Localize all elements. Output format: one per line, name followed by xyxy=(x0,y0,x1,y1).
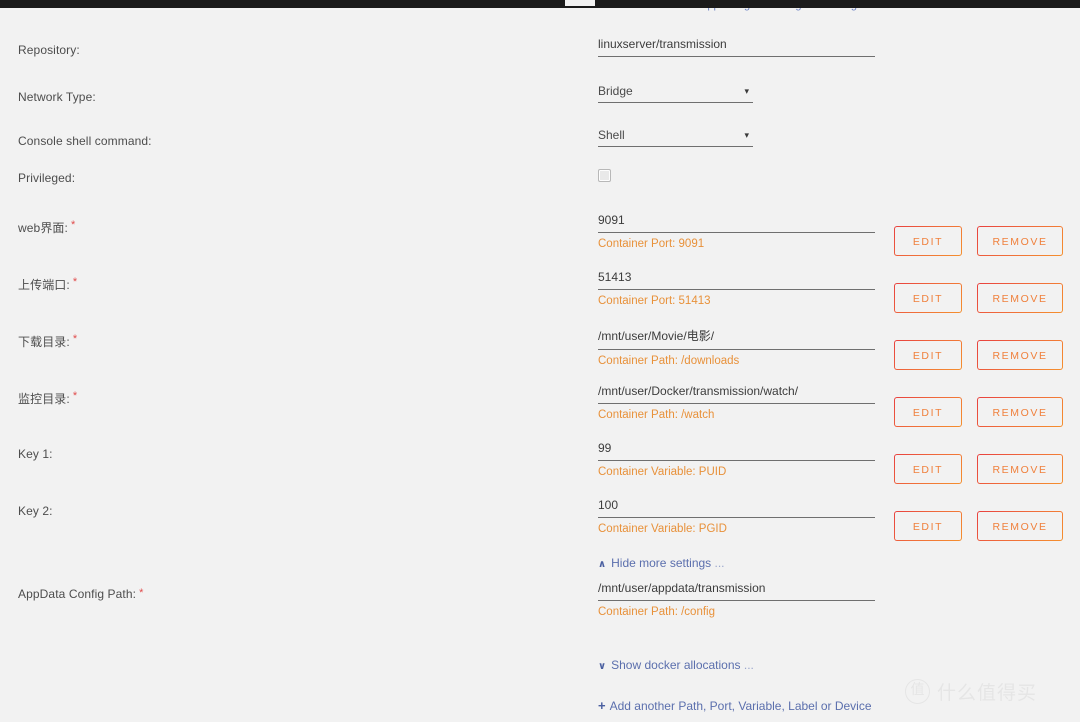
mapping-3-input[interactable]: /mnt/user/Docker/transmission/watch/ xyxy=(598,384,875,404)
field-mapping-3: /mnt/user/Docker/transmission/watch/ Con… xyxy=(598,384,875,421)
edit-button-0[interactable]: EDIT xyxy=(894,226,962,256)
remove-button-5[interactable]: REMOVE xyxy=(977,511,1063,541)
privileged-checkbox[interactable] xyxy=(598,169,611,182)
field-mapping-0: 9091 Container Port: 9091 xyxy=(598,213,875,250)
hide-more-settings-link[interactable]: ∧ Hide more settings ... xyxy=(598,556,725,570)
field-mapping-2: /mnt/user/Movie/电影/ Container Path: /dow… xyxy=(598,327,875,367)
mapping-5-input[interactable]: 100 xyxy=(598,498,875,518)
label-mapping-3: 监控目录: * xyxy=(18,390,77,407)
chevron-up-icon: ∧ xyxy=(598,559,607,570)
label-mapping-1: 上传端口: * xyxy=(18,276,77,293)
window-top-bar xyxy=(0,0,1080,8)
field-repository: linuxserver/transmission xyxy=(598,37,875,57)
chevron-down-icon: ∨ xyxy=(598,661,607,672)
chevron-down-icon: ▾ xyxy=(744,130,749,140)
mapping-0-input[interactable]: 9091 xyxy=(598,213,875,233)
required-marker: * xyxy=(72,333,78,345)
chevron-down-icon: ▾ xyxy=(744,86,749,96)
remove-button-3[interactable]: REMOVE xyxy=(977,397,1063,427)
edit-button-2[interactable]: EDIT xyxy=(894,340,962,370)
network-type-select[interactable]: Bridge ▾ xyxy=(598,84,753,103)
console-shell-select[interactable]: Shell ▾ xyxy=(598,128,753,147)
mapping-4-input[interactable]: 99 xyxy=(598,441,875,461)
mapping-1-hint: Container Port: 51413 xyxy=(598,295,711,307)
required-marker: * xyxy=(72,276,78,288)
label-appdata-text: AppData Config Path: xyxy=(18,587,137,601)
field-mapping-4: 99 Container Variable: PUID xyxy=(598,441,875,478)
mapping-5-hint: Container Variable: PGID xyxy=(598,523,727,535)
mapping-0-hint: Container Port: 9091 xyxy=(598,238,705,250)
add-another-link[interactable]: + Add another Path, Port, Variable, Label… xyxy=(598,698,872,713)
network-type-value: Bridge xyxy=(598,84,633,98)
hide-more-settings-label: Hide more settings xyxy=(611,556,712,570)
label-privileged: Privileged: xyxy=(18,171,76,185)
mapping-3-hint: Container Path: /watch xyxy=(598,409,715,421)
label-mapping-3-text: 监控目录: xyxy=(18,392,70,406)
show-docker-allocations-link[interactable]: ∨ Show docker allocations ... xyxy=(598,658,754,672)
remove-button-4[interactable]: REMOVE xyxy=(977,454,1063,484)
edit-button-4[interactable]: EDIT xyxy=(894,454,962,484)
label-mapping-1-text: 上传端口: xyxy=(18,278,70,292)
label-mapping-0: web界面: * xyxy=(18,219,75,236)
nav-links-cutoff: Apps Plugins Settings Tools Logs Termina… xyxy=(0,8,1080,13)
watermark-logo-icon: 值 xyxy=(905,679,930,704)
add-another-label: Add another Path, Port, Variable, Label … xyxy=(609,699,872,713)
label-mapping-4: Key 1: xyxy=(18,447,53,461)
label-network-type: Network Type: xyxy=(18,90,96,104)
console-shell-value: Shell xyxy=(598,128,625,142)
label-mapping-2: 下载目录: * xyxy=(18,333,77,350)
browser-tab-stub xyxy=(565,0,595,6)
mapping-2-hint: Container Path: /downloads xyxy=(598,355,740,367)
appdata-input[interactable]: /mnt/user/appdata/transmission xyxy=(598,581,875,601)
label-mapping-0-text: web界面: xyxy=(18,221,68,235)
show-docker-allocations-label: Show docker allocations xyxy=(611,658,741,672)
appdata-hint: Container Path: /config xyxy=(598,606,715,618)
remove-button-0[interactable]: REMOVE xyxy=(977,226,1063,256)
repository-input[interactable]: linuxserver/transmission xyxy=(598,37,875,57)
edit-button-5[interactable]: EDIT xyxy=(894,511,962,541)
mapping-4-hint: Container Variable: PUID xyxy=(598,466,727,478)
watermark: 值 什么值得买 xyxy=(905,678,1037,705)
label-mapping-5: Key 2: xyxy=(18,504,53,518)
label-console-shell: Console shell command: xyxy=(18,134,152,148)
field-mapping-1: 51413 Container Port: 51413 xyxy=(598,270,875,307)
remove-button-2[interactable]: REMOVE xyxy=(977,340,1063,370)
show-docker-allocations-ellipsis: ... xyxy=(743,658,754,672)
field-appdata: /mnt/user/appdata/transmission Container… xyxy=(598,581,875,618)
required-marker: * xyxy=(70,219,76,231)
edit-button-1[interactable]: EDIT xyxy=(894,283,962,313)
field-console-shell: Shell ▾ xyxy=(598,128,753,147)
label-appdata: AppData Config Path: * xyxy=(18,587,143,601)
required-marker: * xyxy=(72,390,78,402)
mapping-2-input[interactable]: /mnt/user/Movie/电影/ xyxy=(598,327,875,350)
remove-button-1[interactable]: REMOVE xyxy=(977,283,1063,313)
field-privileged xyxy=(598,169,611,182)
field-network-type: Bridge ▾ xyxy=(598,84,753,103)
plus-icon: + xyxy=(598,698,606,713)
label-mapping-2-text: 下载目录: xyxy=(18,335,70,349)
field-mapping-5: 100 Container Variable: PGID xyxy=(598,498,875,535)
watermark-text: 什么值得买 xyxy=(937,682,1038,704)
edit-button-3[interactable]: EDIT xyxy=(894,397,962,427)
hide-more-settings-ellipsis: ... xyxy=(714,556,725,570)
required-marker: * xyxy=(139,587,144,599)
label-repository: Repository: xyxy=(18,43,80,57)
mapping-1-input[interactable]: 51413 xyxy=(598,270,875,290)
nav-links-text: Apps Plugins Settings Tools Logs Termina… xyxy=(700,8,907,11)
